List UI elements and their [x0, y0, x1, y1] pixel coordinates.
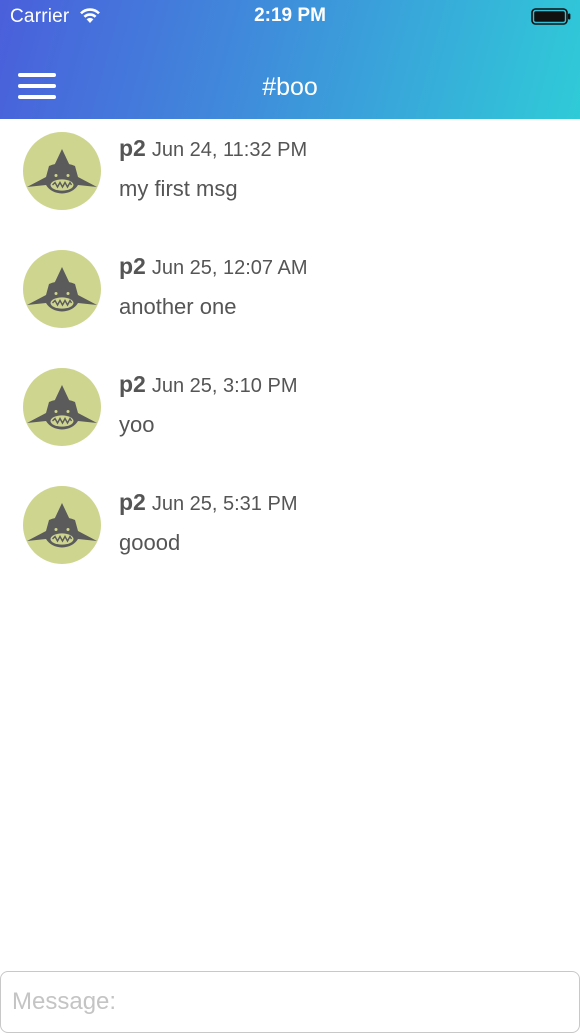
message-item: p2 Jun 25, 3:10 PM yoo [0, 355, 580, 473]
message-timestamp: Jun 25, 3:10 PM [151, 375, 298, 397]
message-item: p2 Jun 25, 12:07 AM another one [0, 237, 580, 355]
status-bar: Carrier 2:19 PM [0, 0, 580, 34]
message-header: p2 Jun 25, 5:31 PM [119, 489, 298, 516]
shark-avatar-icon[interactable] [23, 132, 101, 210]
message-author[interactable]: p2 [119, 489, 146, 515]
message-header: p2 Jun 25, 12:07 AM [119, 253, 308, 280]
app-header: Carrier 2:19 PM #boo [0, 0, 580, 119]
message-header: p2 Jun 25, 3:10 PM [119, 371, 298, 398]
message-item: p2 Jun 24, 11:32 PM my first msg [0, 119, 580, 237]
shark-avatar-icon[interactable] [23, 250, 101, 328]
message-text: another one [119, 294, 237, 319]
message-item: p2 Jun 25, 5:31 PM goood [0, 473, 580, 591]
message-author[interactable]: p2 [119, 135, 146, 161]
message-author[interactable]: p2 [119, 253, 146, 279]
shark-avatar-icon[interactable] [23, 486, 101, 564]
message-timestamp: Jun 25, 5:31 PM [151, 493, 298, 515]
message-text: my first msg [119, 176, 238, 201]
message-timestamp: Jun 25, 12:07 AM [151, 257, 308, 279]
nav-bar: #boo [0, 60, 580, 115]
message-text: goood [119, 530, 181, 555]
message-author[interactable]: p2 [119, 371, 146, 397]
message-list[interactable]: p2 Jun 24, 11:32 PM my first msg p2 Jun 25… [0, 119, 580, 591]
message-header: p2 Jun 24, 11:32 PM [119, 135, 307, 162]
message-timestamp: Jun 24, 11:32 PM [151, 139, 308, 161]
status-time: 2:19 PM [254, 5, 326, 26]
channel-title: #boo [262, 73, 318, 101]
battery-icon [531, 8, 571, 25]
message-text: yoo [119, 412, 155, 437]
message-input[interactable] [0, 971, 580, 1033]
shark-avatar-icon[interactable] [23, 368, 101, 446]
